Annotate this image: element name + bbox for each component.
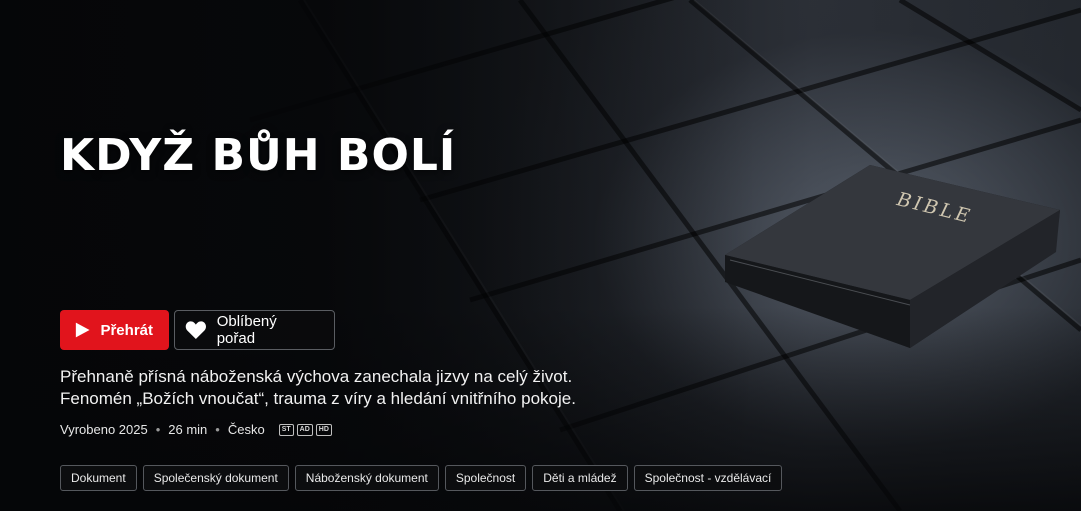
show-description: Přehnaně přísná náboženská výchova zanec… [60, 366, 620, 410]
meta-separator: • [155, 422, 161, 437]
tag-deti-a-mladez[interactable]: Děti a mládež [532, 465, 628, 491]
tag-spolecensky-dokument[interactable]: Společenský dokument [142, 465, 289, 491]
play-button-label: Přehrát [100, 321, 153, 339]
show-title: KDYŽ BŮH BOLÍ [60, 130, 457, 181]
genre-tags: Dokument Společenský dokument Náboženský… [60, 465, 783, 491]
duration: 26 min [168, 422, 208, 437]
production-year: Vyrobeno 2025 [60, 422, 148, 437]
subtitles-badge: ST [278, 423, 294, 436]
show-meta: Vyrobeno 2025 • 26 min • Česko ST AD HD [60, 422, 332, 437]
tag-nabozensky-dokument[interactable]: Náboženský dokument [294, 465, 439, 491]
play-button[interactable]: Přehrát [60, 310, 169, 350]
tag-spolecnost[interactable]: Společnost [444, 465, 527, 491]
favorite-button[interactable]: Oblíbený pořad [174, 310, 335, 350]
heart-icon [185, 321, 206, 340]
tag-spolecnost-vzdelavaci[interactable]: Společnost - vzdělávací [633, 465, 783, 491]
hd-badge: HD [315, 423, 332, 436]
meta-separator: • [215, 422, 220, 437]
tag-dokument[interactable]: Dokument [60, 465, 137, 491]
country: Česko [227, 422, 265, 437]
bible-book-image: BIBLE [725, 165, 1060, 348]
play-icon [75, 322, 90, 338]
action-bar: Přehrát Oblíbený pořad [60, 310, 335, 350]
audio-description-badge: AD [296, 423, 313, 436]
description-line-1: Přehnaně přísná náboženská výchova zanec… [60, 367, 573, 386]
badges: ST AD HD [278, 423, 332, 436]
description-line-2: Fenomén „Božích vnoučat“, trauma z víry … [60, 389, 576, 408]
favorite-button-label: Oblíbený pořad [216, 313, 277, 347]
